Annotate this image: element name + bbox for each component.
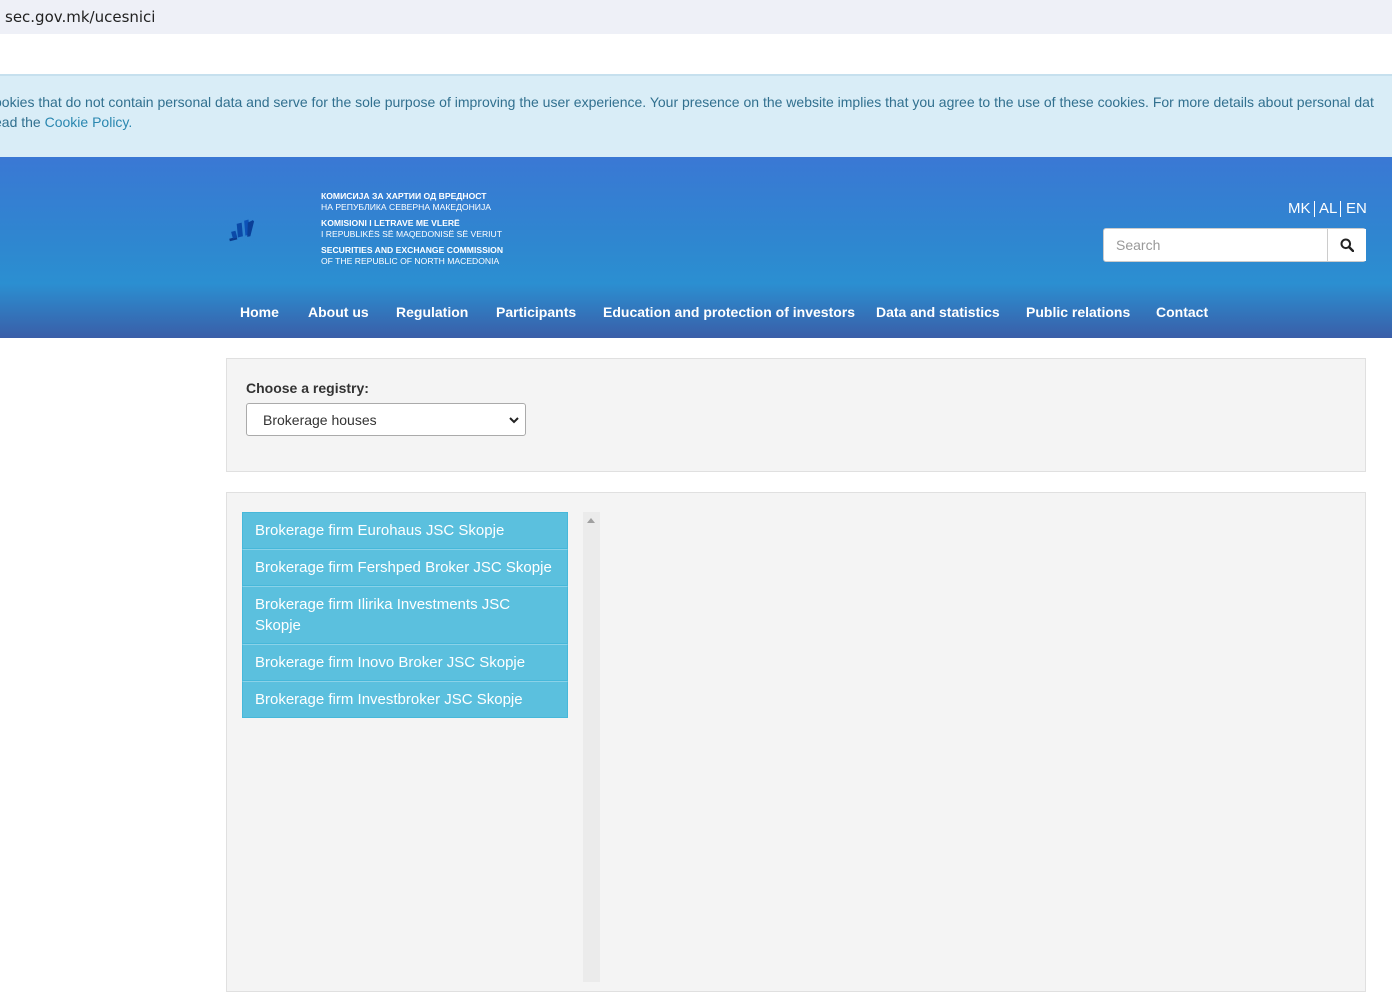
nav-regulation[interactable]: Regulation (396, 304, 468, 320)
chevron-down-icon (509, 417, 519, 424)
logo-line-al-1: KOMISIONI I LETRAVE ME VLERË (321, 218, 460, 228)
cookie-policy-link[interactable]: Cookie Policy. (45, 114, 133, 130)
lang-separator (1314, 201, 1315, 217)
lang-al-link[interactable]: AL (1319, 200, 1337, 217)
cookie-notice: ookies that do not contain personal data… (0, 74, 1392, 157)
registry-select[interactable]: Brokerage houses (246, 403, 526, 436)
search-input[interactable] (1104, 229, 1327, 261)
list-item[interactable]: Brokerage firm Eurohaus JSC Skopje (242, 512, 568, 549)
brokerage-list: Brokerage firm Eurohaus JSC Skopje Broke… (242, 512, 568, 718)
registry-select-value: Brokerage houses (263, 412, 377, 428)
search-button[interactable] (1327, 229, 1366, 261)
nav-about-us[interactable]: About us (308, 304, 369, 320)
sec-logo-icon[interactable] (228, 190, 318, 272)
search-icon (1340, 238, 1354, 252)
list-item[interactable]: Brokerage firm Fershped Broker JSC Skopj… (242, 549, 568, 586)
logo-line-en-1: SECURITIES AND EXCHANGE COMMISSION (321, 245, 504, 255)
nav-participants[interactable]: Participants (496, 304, 576, 320)
nav-data-statistics[interactable]: Data and statistics (876, 304, 1000, 320)
logo-text: КОМИСИЈА ЗА ХАРТИИ ОД ВРЕДНОСТ НА РЕПУБЛ… (321, 191, 503, 267)
url-text[interactable]: sec.gov.mk/ucesnici (5, 8, 155, 26)
cookie-notice-text-2: ead the Cookie Policy. (0, 114, 132, 130)
list-item[interactable]: Brokerage firm Ilirika Investments JSC S… (242, 586, 568, 644)
nav-home[interactable]: Home (240, 304, 279, 320)
logo-line-en-2: OF THE REPUBLIC OF NORTH MACEDONIA (321, 256, 500, 266)
logo-line-mk-1: КОМИСИЈА ЗА ХАРТИИ ОД ВРЕДНОСТ (321, 191, 487, 201)
lang-separator (1340, 201, 1341, 217)
cookie-notice-prefix: ead the (0, 114, 41, 130)
registry-label: Choose a registry: (246, 380, 369, 396)
logo-line-al-2: I REPUBLIKËS SË MAQEDONISË SË VERIUT (321, 229, 502, 239)
list-item[interactable]: Brokerage firm Investbroker JSC Skopje (242, 681, 568, 718)
nav-public-relations[interactable]: Public relations (1026, 304, 1130, 320)
logo-line-mk-2: НА РЕПУБЛИКА СЕВЕРНА МАКЕДОНИЈА (321, 202, 492, 212)
scroll-up-icon[interactable] (587, 518, 595, 523)
nav-education[interactable]: Education and protection of investors (603, 304, 855, 320)
lang-mk-link[interactable]: MK (1288, 200, 1311, 217)
search-box (1103, 228, 1366, 262)
nav-contact[interactable]: Contact (1156, 304, 1208, 320)
cookie-notice-text: ookies that do not contain personal data… (0, 94, 1374, 110)
list-item[interactable]: Brokerage firm Inovo Broker JSC Skopje (242, 644, 568, 681)
lang-en-link[interactable]: EN (1346, 200, 1367, 217)
list-scrollbar[interactable] (583, 512, 600, 982)
browser-address-bar[interactable]: sec.gov.mk/ucesnici (0, 0, 1392, 34)
